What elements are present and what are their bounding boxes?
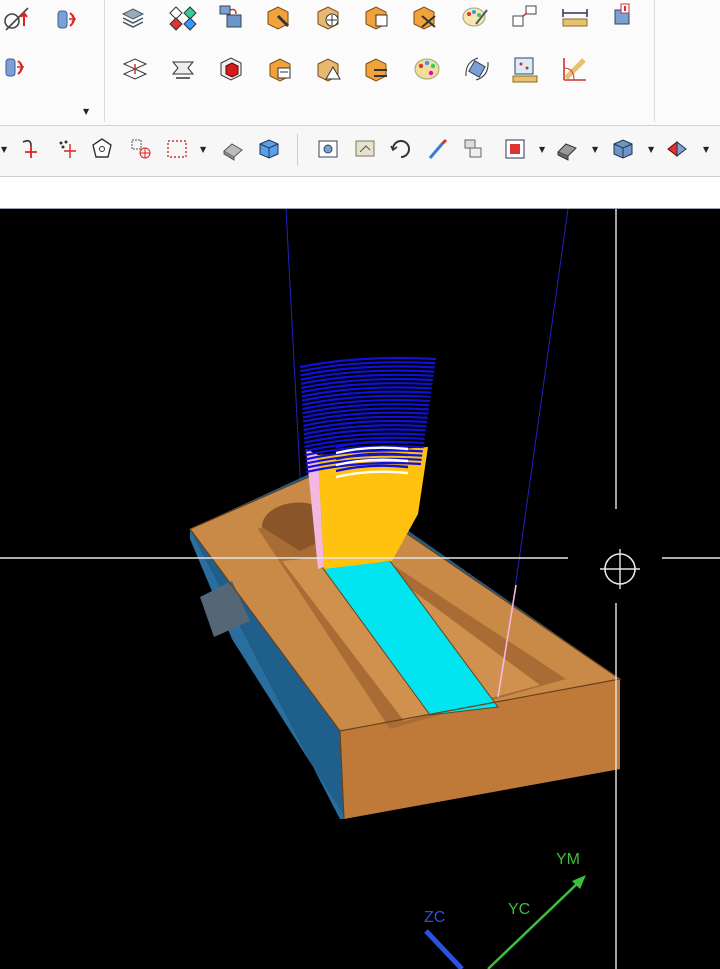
section-tool-icon[interactable] (608, 2, 638, 32)
zc-axis-label: ZC (424, 909, 445, 926)
yc-axis-line (487, 880, 581, 969)
axis-triad: ZC YC YM (424, 851, 586, 969)
extrude-tool-icon[interactable] (2, 52, 32, 82)
eraser-icon[interactable] (220, 136, 246, 162)
yc-axis-label: YC (508, 901, 530, 918)
chevron-down-icon[interactable]: ▼ (648, 146, 654, 154)
measure-distance-icon[interactable] (560, 2, 590, 32)
snap-point-icon[interactable] (17, 136, 43, 162)
block-pencil-icon[interactable] (264, 2, 294, 32)
paint-tool-icon[interactable] (460, 2, 490, 32)
ribbon-separator (654, 0, 655, 122)
chevron-down-icon[interactable]: ▼ (539, 146, 545, 154)
polygon-icon[interactable] (89, 136, 115, 162)
pan-view-icon[interactable] (352, 136, 378, 162)
ribbon-separator (104, 0, 105, 122)
red-cube-icon[interactable] (216, 54, 246, 84)
graphics-viewport[interactable]: ZC YC YM (0, 209, 720, 969)
crosshair-target-icon (600, 549, 640, 589)
assembly-icon[interactable] (216, 2, 246, 32)
ym-axis-label: YM (556, 851, 580, 868)
layer-stack-icon[interactable] (118, 2, 148, 32)
shaded-cube-icon[interactable] (610, 136, 636, 162)
blue-cube-icon[interactable] (256, 136, 282, 162)
block-delete-icon[interactable] (410, 2, 440, 32)
rotate-icon[interactable] (388, 136, 414, 162)
block-move-icon[interactable] (314, 2, 344, 32)
command-strip (0, 177, 720, 209)
feature-color-icon[interactable] (168, 2, 198, 32)
point-filter-icon[interactable] (128, 136, 154, 162)
palette-icon[interactable] (412, 54, 442, 84)
chevron-down-icon[interactable]: ▼ (83, 108, 89, 116)
view-orient-icon[interactable] (664, 136, 690, 162)
tool-axis-line (514, 209, 569, 590)
block-copy-icon[interactable] (362, 2, 392, 32)
fit-view-icon[interactable] (315, 136, 341, 162)
offset-surface-icon[interactable] (168, 54, 198, 84)
zc-axis-line (424, 929, 464, 969)
render-style-icon[interactable] (554, 136, 580, 162)
flatten-icon[interactable] (120, 54, 150, 84)
chevron-down-icon[interactable]: ▼ (592, 146, 598, 154)
surface-measure-icon[interactable] (510, 54, 540, 84)
toolbar-separator (297, 134, 298, 166)
chevron-down-icon[interactable]: ▼ (703, 146, 709, 154)
block-swap-icon[interactable] (362, 54, 392, 84)
rotate-view-icon[interactable] (462, 54, 492, 84)
block-triangle-icon[interactable] (314, 54, 344, 84)
chevron-down-icon[interactable]: ▼ (200, 146, 206, 154)
point-set-icon[interactable] (54, 136, 80, 162)
layer-props-icon[interactable] (460, 136, 486, 162)
block-edit-icon[interactable] (266, 54, 296, 84)
ribbon-toolbar: ▼ (0, 0, 720, 126)
display-mode-icon[interactable] (502, 136, 528, 162)
mirror-tool-icon[interactable] (2, 4, 32, 34)
extrude-tool-icon[interactable] (52, 4, 82, 34)
chevron-down-icon[interactable]: ▼ (1, 146, 7, 154)
select-box-icon[interactable] (164, 136, 190, 162)
paint-brush-icon[interactable] (424, 136, 450, 162)
snap-tool-icon[interactable] (510, 2, 540, 32)
viewport-scene: ZC YC YM (0, 209, 720, 969)
angle-measure-icon[interactable] (560, 54, 590, 84)
